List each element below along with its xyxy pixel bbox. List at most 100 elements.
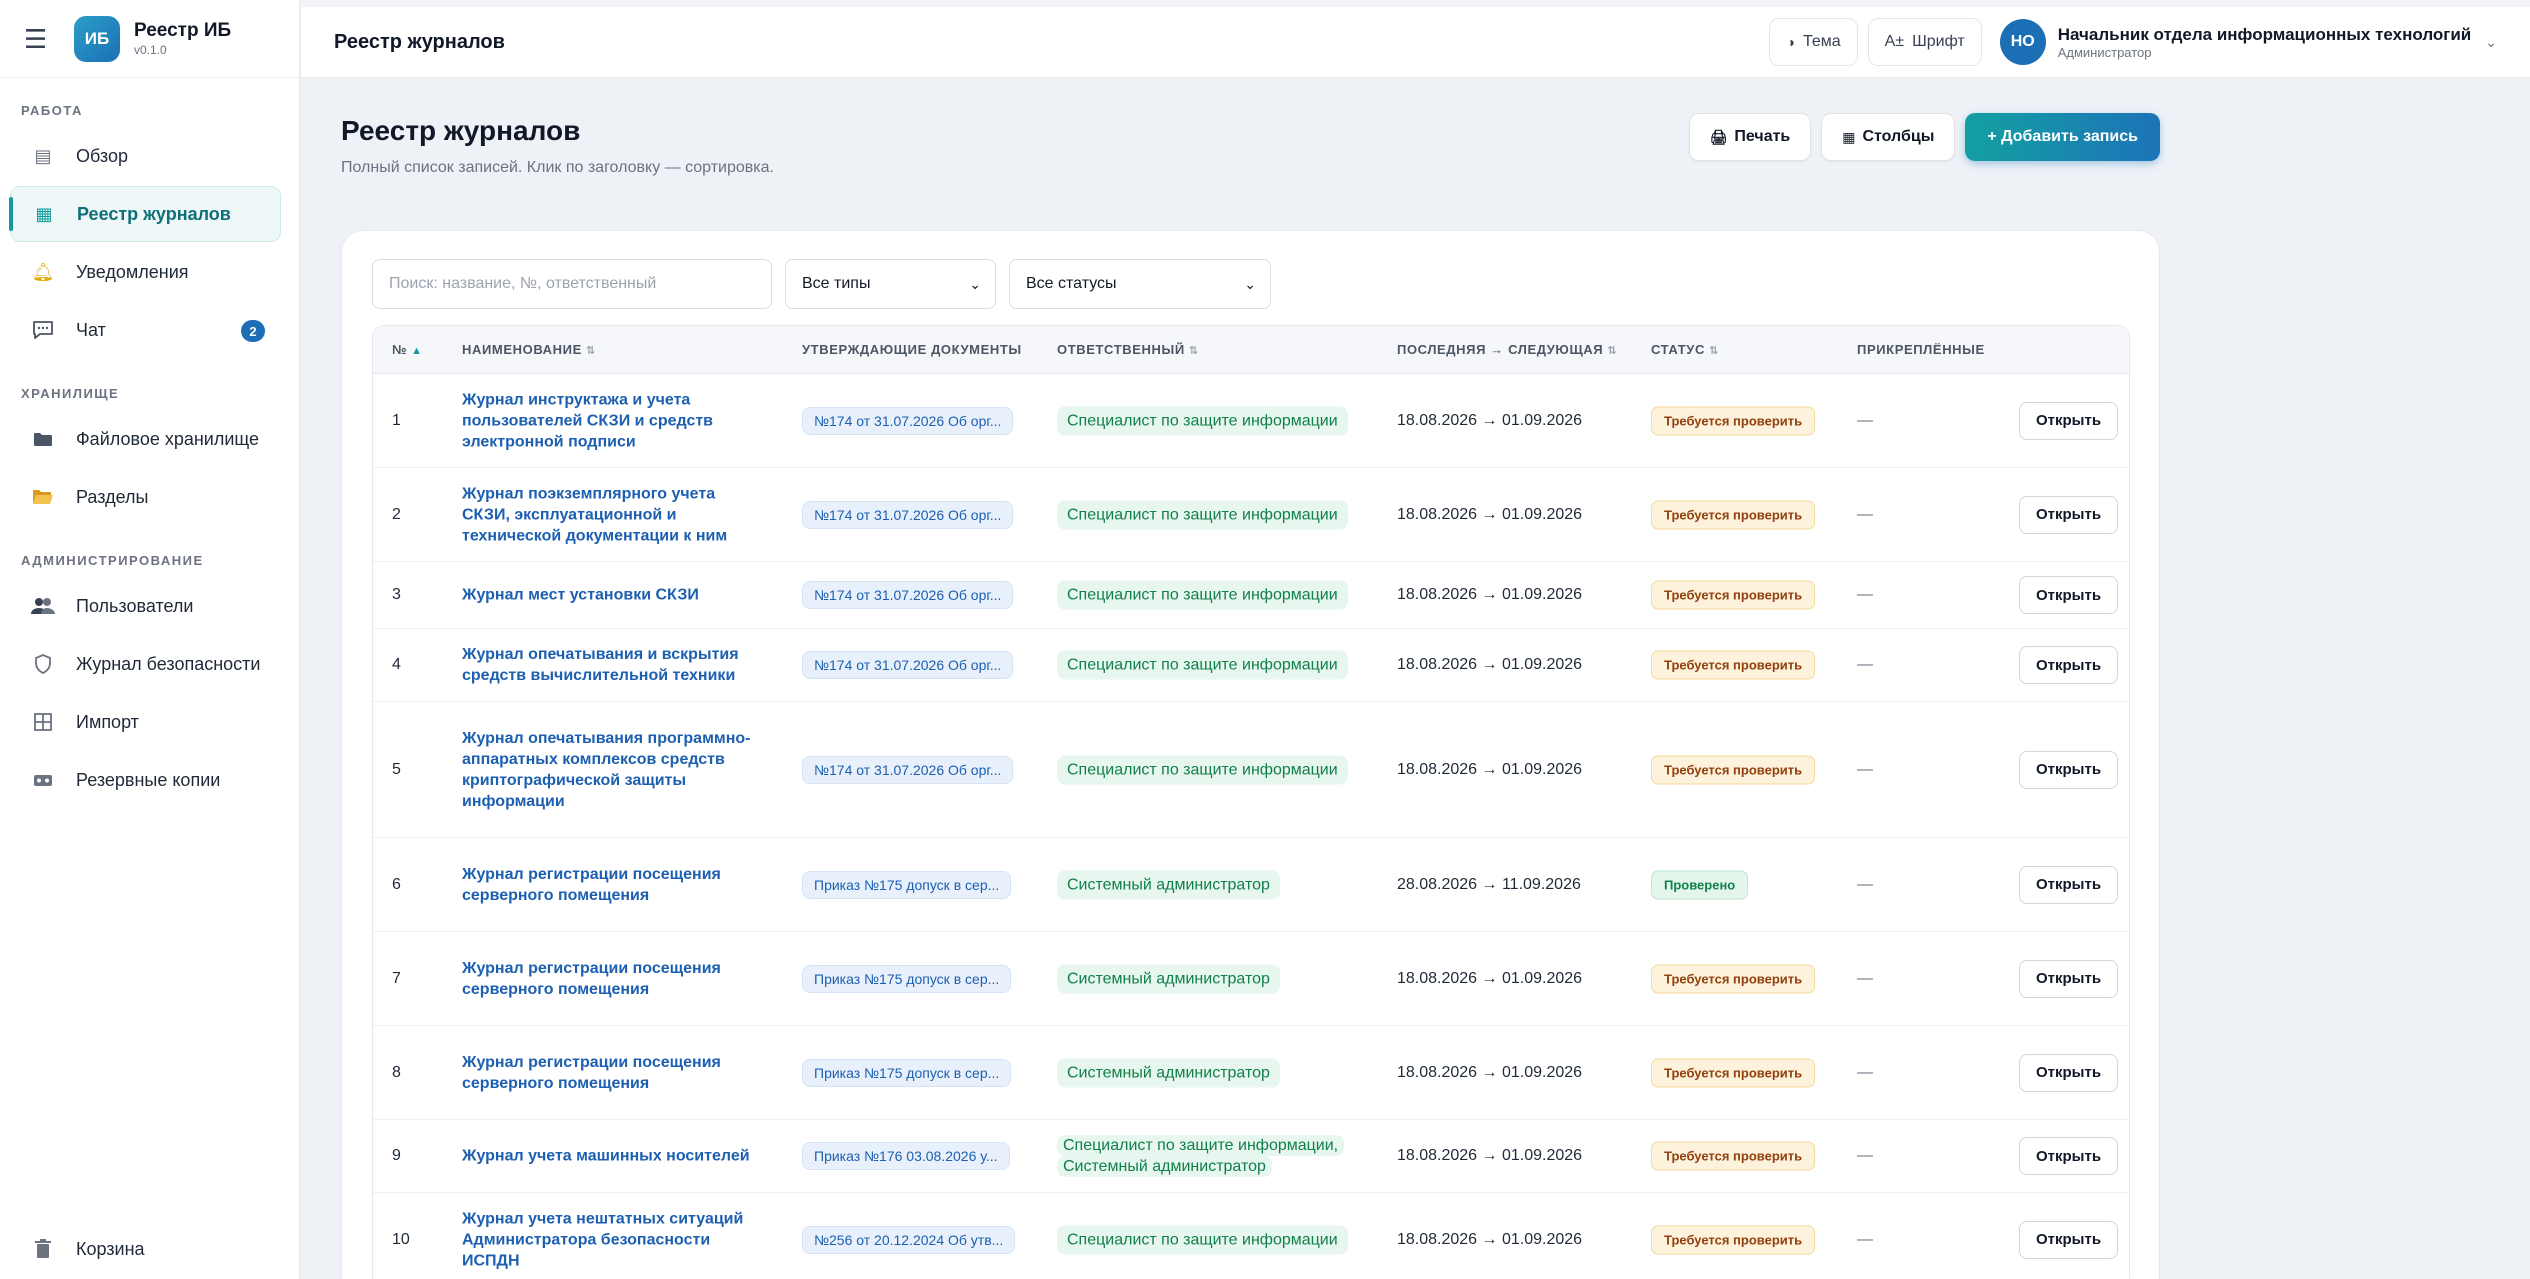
table-row[interactable]: 9 Журнал учета машинных носителей Приказ №… — [373, 1120, 2129, 1193]
open-button[interactable]: Открыть — [2019, 1137, 2119, 1175]
status-badge: Требуется проверить — [1651, 1058, 1816, 1087]
print-label: Печать — [1734, 128, 1791, 145]
open-button[interactable]: Открыть — [2019, 750, 2119, 789]
responsible-chip: Специалист по защите информации — [1057, 500, 1348, 529]
journal-name-link[interactable]: Журнал учета нештатных ситуаций Админист… — [462, 1208, 762, 1271]
sort-icon: ⇅ — [1708, 345, 1719, 357]
status-select[interactable]: Все статусы ⌄ — [1009, 259, 1271, 309]
table-row[interactable]: 7 Журнал регистрации посещения серверного… — [373, 932, 2129, 1026]
sidebar-item-overview[interactable]: ▤ Обзор — [10, 128, 281, 184]
sidebar-item-label: Чат — [76, 319, 106, 340]
printer-icon: 🖨︎ — [1709, 128, 1728, 145]
attachments-value: — — [1857, 656, 1873, 673]
table-row[interactable]: 1 Журнал инструктажа и учета пользователе… — [373, 374, 2129, 468]
theme-button[interactable]: ◑ Тема — [1769, 18, 1858, 66]
col-num[interactable]: № ▲ — [392, 342, 423, 357]
sidebar-item-import[interactable]: Импорт — [10, 694, 281, 750]
open-button[interactable]: Открыть — [2019, 646, 2119, 684]
col-name[interactable]: НАИМЕНОВАНИЕ ⇅ — [462, 342, 762, 357]
document-chip[interactable]: №174 от 31.07.2026 Об орг... — [802, 500, 1014, 529]
table-row[interactable]: 5 Журнал опечатывания программно-аппаратн… — [373, 702, 2129, 838]
col-docs[interactable]: УТВЕРЖДАЮЩИЕ ДОКУМЕНТЫ — [802, 342, 1022, 357]
journal-name-link[interactable]: Журнал опечатывания и вскрытия средств в… — [462, 644, 762, 686]
sidebar-item-security-log[interactable]: Журнал безопасности — [10, 636, 281, 692]
sidebar-header: ☰ ИБ Реестр ИБ v0.1.0 — [0, 0, 299, 78]
table-row[interactable]: 8 Журнал регистрации посещения серверного… — [373, 1026, 2129, 1120]
document-chip[interactable]: Приказ №175 допуск в сер... — [802, 964, 1012, 993]
col-resp[interactable]: ОТВЕТСТВЕННЫЙ ⇅ — [1057, 342, 1199, 357]
open-button[interactable]: Открыть — [2019, 865, 2119, 904]
sidebar-item-label: Корзина — [76, 1238, 145, 1259]
search-input[interactable]: Поиск: название, №, ответственный — [372, 259, 772, 309]
journal-name-link[interactable]: Журнал учета машинных носителей — [462, 1146, 762, 1167]
document-chip[interactable]: Приказ №176 03.08.2026 у... — [802, 1142, 1010, 1170]
document-chip[interactable]: №174 от 31.07.2026 Об орг... — [802, 651, 1014, 679]
chat-unread-badge: 2 — [241, 320, 265, 342]
status-badge: Проверено — [1651, 870, 1749, 899]
topbar-title: Реестр журналов — [334, 30, 505, 53]
dashboard-icon: ▤ — [34, 145, 52, 166]
journal-name-link[interactable]: Журнал регистрации посещения серверного … — [462, 958, 762, 1000]
document-chip[interactable]: №174 от 31.07.2026 Об орг... — [802, 581, 1014, 609]
filters-bar: Поиск: название, №, ответственный Все ти… — [372, 259, 1271, 309]
journal-name-link[interactable]: Журнал опечатывания программно-аппаратны… — [462, 728, 762, 812]
open-button[interactable]: Открыть — [2019, 495, 2119, 534]
responsible-chip: Специалист по защите информации — [1057, 580, 1348, 610]
sidebar-item-backups[interactable]: Резервные копии — [10, 752, 281, 808]
sidebar-item-chat[interactable]: Чат 2 — [10, 302, 281, 358]
status-badge: Требуется проверить — [1651, 1225, 1816, 1254]
table-row[interactable]: 10 Журнал учета нештатных ситуаций Админи… — [373, 1193, 2129, 1279]
open-button[interactable]: Открыть — [2019, 576, 2119, 614]
journal-name-link[interactable]: Журнал мест установки СКЗИ — [462, 585, 762, 606]
table-row[interactable]: 6 Журнал регистрации посещения серверного… — [373, 838, 2129, 932]
open-button[interactable]: Открыть — [2019, 1220, 2119, 1259]
document-chip[interactable]: №174 от 31.07.2026 Об орг... — [802, 406, 1014, 435]
open-button[interactable]: Открыть — [2019, 1053, 2119, 1092]
chevron-down-icon: ⌄ — [969, 275, 981, 292]
journal-name-link[interactable]: Журнал поэкземплярного учета СКЗИ, экспл… — [462, 483, 762, 546]
table-row[interactable]: 2 Журнал поэкземплярного учета СКЗИ, эксп… — [373, 468, 2129, 562]
journal-name-link[interactable]: Журнал инструктажа и учета пользователей… — [462, 389, 762, 452]
table-row[interactable]: 3 Журнал мест установки СКЗИ №174 от 31.07… — [373, 562, 2129, 629]
user-menu[interactable]: НО Начальник отдела информационных техно… — [1999, 19, 2497, 65]
status-badge: Требуется проверить — [1651, 650, 1816, 680]
sidebar-item-file-storage[interactable]: Файловое хранилище — [10, 411, 281, 467]
document-chip[interactable]: №256 от 20.12.2024 Об утв... — [802, 1225, 1016, 1254]
sidebar-item-trash[interactable]: Корзина — [10, 1221, 281, 1277]
status-badge: Требуется проверить — [1651, 500, 1816, 529]
font-button[interactable]: A± Шрифт — [1867, 18, 1982, 66]
sidebar-item-notifications[interactable]: 🔔︎ Уведомления — [10, 244, 281, 300]
print-button[interactable]: 🖨︎ Печать — [1688, 113, 1812, 161]
type-select-value: Все типы — [802, 275, 871, 292]
row-number: 6 — [392, 875, 401, 893]
row-number: 9 — [392, 1147, 401, 1164]
sidebar-item-registry[interactable]: ▦ Реестр журналов — [9, 186, 281, 242]
type-select[interactable]: Все типы ⌄ — [785, 259, 996, 309]
sidebar-item-sections[interactable]: Разделы — [10, 469, 281, 525]
col-status[interactable]: СТАТУС ⇅ — [1651, 342, 1719, 357]
user-role: Администратор — [2057, 44, 2152, 60]
open-button[interactable]: Открыть — [2019, 959, 2119, 998]
col-dates[interactable]: ПОСЛЕДНЯЯ → СЛЕДУЮЩАЯ ⇅ — [1397, 342, 1617, 357]
document-chip[interactable]: Приказ №175 допуск в сер... — [802, 1058, 1012, 1087]
responsible-chip: Системный администратор — [1057, 1058, 1280, 1087]
document-chip[interactable]: Приказ №175 допуск в сер... — [802, 870, 1012, 899]
journal-name-link[interactable]: Журнал регистрации посещения серверного … — [462, 864, 762, 906]
col-name-label: НАИМЕНОВАНИЕ — [462, 342, 582, 357]
open-button[interactable]: Открыть — [2019, 401, 2119, 440]
folder-icon — [30, 428, 56, 450]
status-badge: Требуется проверить — [1651, 406, 1816, 435]
page-subtitle: Полный список записей. Клик по заголовку… — [341, 159, 774, 176]
col-attachments: ПРИКРЕПЛЁННЫЕ — [1857, 342, 1985, 357]
menu-icon[interactable]: ☰ — [24, 26, 50, 52]
sort-icon: ⇅ — [1188, 345, 1199, 357]
sidebar-item-users[interactable]: Пользователи — [10, 578, 281, 634]
avatar: НО — [1999, 19, 2046, 65]
columns-button[interactable]: ▦ Столбцы — [1821, 113, 1956, 161]
grid-icon: ▦ — [35, 203, 53, 224]
document-chip[interactable]: №174 от 31.07.2026 Об орг... — [802, 755, 1014, 784]
table-row[interactable]: 4 Журнал опечатывания и вскрытия средств … — [373, 629, 2129, 702]
journal-name-link[interactable]: Журнал регистрации посещения серверного … — [462, 1052, 762, 1094]
col-docs-label: УТВЕРЖДАЮЩИЕ ДОКУМЕНТЫ — [802, 342, 1022, 357]
add-record-button[interactable]: + Добавить запись — [1965, 113, 2160, 161]
